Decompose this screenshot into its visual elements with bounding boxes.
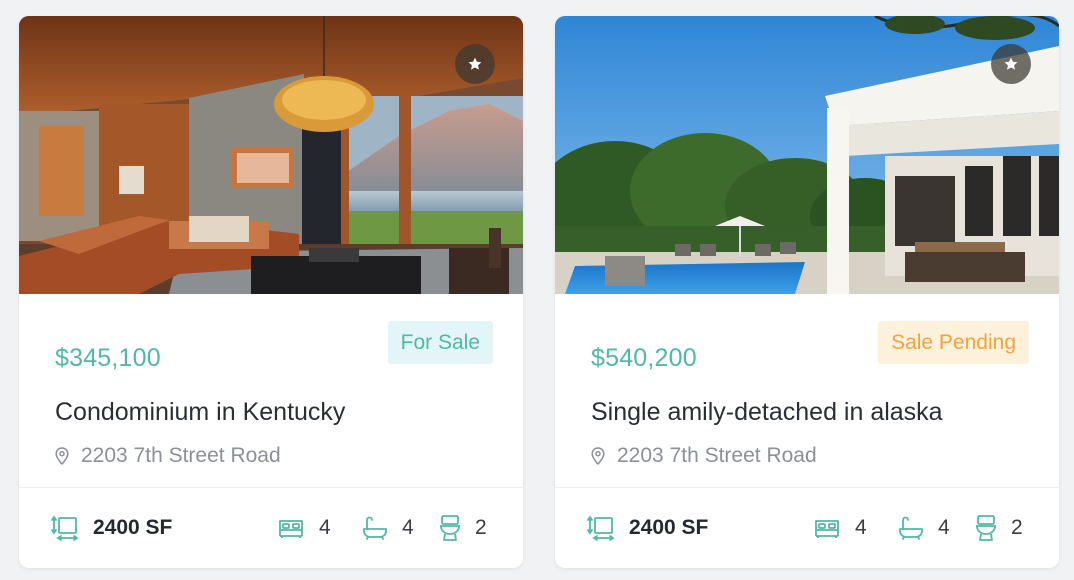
baths-value: 4: [938, 516, 950, 539]
listing-address: 2203 7th Street Road: [591, 444, 817, 468]
feature-beds: 4: [813, 488, 867, 568]
area-value: 2400 SF: [629, 516, 709, 539]
favorite-button[interactable]: [455, 44, 495, 84]
feature-beds: 4: [277, 488, 331, 568]
listing-photo[interactable]: [19, 16, 523, 294]
map-pin-icon: [55, 447, 69, 465]
feature-area: 2400 SF: [587, 488, 708, 568]
bed-icon: [813, 516, 841, 540]
toilets-value: 2: [1011, 516, 1023, 539]
status-badge: For Sale: [387, 321, 493, 364]
beds-value: 4: [855, 516, 867, 539]
listing-features: 2400 SF 4 4 2: [555, 488, 1059, 568]
listing-info: $345,100 For Sale Condominium in Kentuck…: [19, 294, 523, 487]
baths-value: 4: [402, 516, 414, 539]
address-text: 2203 7th Street Road: [617, 444, 817, 467]
listing-price: $345,100: [55, 344, 161, 372]
area-icon: [587, 514, 615, 542]
listing-address: 2203 7th Street Road: [55, 444, 281, 468]
listing-price: $540,200: [591, 344, 697, 372]
address-text: 2203 7th Street Road: [81, 444, 281, 467]
listing-card[interactable]: $540,200 Sale Pending Single amily-detac…: [555, 16, 1059, 568]
toilet-icon: [975, 514, 997, 542]
toilet-icon: [439, 514, 461, 542]
listing-title[interactable]: Single amily-detached in alaska: [591, 398, 943, 427]
favorite-button[interactable]: [991, 44, 1031, 84]
bed-icon: [277, 516, 305, 540]
status-badge: Sale Pending: [878, 321, 1029, 364]
listing-title[interactable]: Condominium in Kentucky: [55, 398, 345, 427]
feature-baths: 4: [362, 488, 414, 568]
star-icon: [1004, 57, 1018, 70]
beds-value: 4: [319, 516, 331, 539]
listing-photo[interactable]: [555, 16, 1059, 294]
feature-toilets: 2: [439, 488, 487, 568]
area-value: 2400 SF: [93, 516, 173, 539]
backyard-pool-photo: [555, 16, 1059, 294]
star-icon: [468, 57, 482, 70]
listing-features: 2400 SF 4 4 2: [19, 488, 523, 568]
feature-toilets: 2: [975, 488, 1023, 568]
area-icon: [51, 514, 79, 542]
feature-area: 2400 SF: [51, 488, 172, 568]
bathtub-icon: [362, 515, 388, 541]
bathtub-icon: [898, 515, 924, 541]
feature-baths: 4: [898, 488, 950, 568]
listing-info: $540,200 Sale Pending Single amily-detac…: [555, 294, 1059, 487]
listing-card[interactable]: $345,100 For Sale Condominium in Kentuck…: [19, 16, 523, 568]
toilets-value: 2: [475, 516, 487, 539]
map-pin-icon: [591, 447, 605, 465]
living-room-photo: [19, 16, 523, 294]
